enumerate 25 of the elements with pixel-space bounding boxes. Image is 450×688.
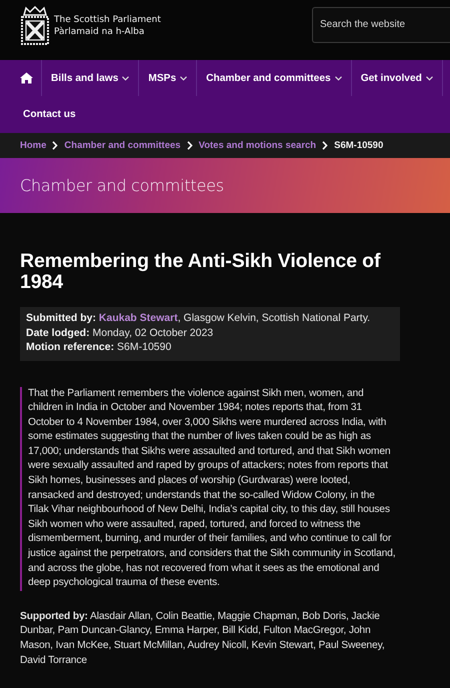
site-logo[interactable]: The Scottish Parliament Pàrlamaid na h-Alba (20, 6, 161, 46)
nav-menu-item[interactable]: Contact us (14, 96, 85, 132)
banner-title: Chamber and committees (20, 176, 224, 195)
breadcrumb-link[interactable]: Home (20, 140, 46, 151)
nav-menu-item[interactable]: MSPs (139, 60, 198, 96)
chevron-right-icon (52, 141, 58, 150)
breadcrumb-link[interactable]: Votes and motions search (198, 140, 316, 151)
detail-line: Date lodged: Monday, 02 October 2023 (26, 326, 214, 340)
nav-menu-item[interactable]: Chamber and committees (197, 60, 352, 96)
chevron-right-icon (322, 141, 328, 150)
motion-title: Remembering the Anti-Sikh Violence of 1984 (20, 251, 382, 293)
chevron-right-icon (186, 141, 193, 150)
detail-line: Submitted by: Kaukab Stewart, Glasgow Kelvin, Scottish National Party. (26, 311, 372, 326)
breadcrumb-link[interactable]: Chamber and committees (64, 140, 181, 151)
home-icon (20, 72, 33, 84)
supporters-text: Supported by: Alasdair Allan, Colin Beattie, Maggie Chapman, Bob Doris, Jackie Dunbar, Pam Duncan-Glancy, Emma Harper, Bill Kidd, Fulton MacGregor, John Mason, Ivan McKee, Stuart McMillan, Audrey Nicoll, Kevin Stewart, Paul Sweeney, David Torrance (20, 610, 386, 668)
breadcrumb-current: S6M-10590 (334, 140, 384, 151)
logo-text: The Scottish Parliament Pàrlamaid na h-Alba (54, 14, 161, 38)
nav-menu-item[interactable]: Get involved (352, 60, 443, 96)
nav-menu-item[interactable]: Bills and laws (42, 60, 140, 96)
member-link[interactable]: Kaukab Stewart (98, 312, 178, 324)
detail-line: Motion reference: S6M-10590 (26, 340, 172, 354)
motion-text: That the Parliament remembers the violence against Sikh men, women, and children in India in October and November 1984; notes reports that, from 31 October to 4 November 1984, over 3,000 Sikhs were murdered across India, with some estimates suggesting that the number of lives taken could be as high as 17,000; understands that Sikhs were assaulted and tortured, and that Sikh women were sexually assaulted and raped by groups of attackers; notes from reports that Sikh homes, businesses and places of worship (Gurdwaras) were looted, ransacked and destroyed; understands that the so-called Widow Colony, in the Tilak Vihar neighbourhood of New Delhi, India’s capital city, to this day, still houses Sikh women who were assaulted, raped, tortured, and forced to witness the dismemberment, burning, and murder of their families, and who continue to call for justice against the perpetrators, and considers that the Sikh community in Scotland, and across the globe, has not recovered from what it sees as the emotional and deep psychological trauma of these events. (20, 386, 396, 591)
search-field[interactable]: Search the website (312, 6, 450, 42)
crest-icon (20, 6, 50, 46)
